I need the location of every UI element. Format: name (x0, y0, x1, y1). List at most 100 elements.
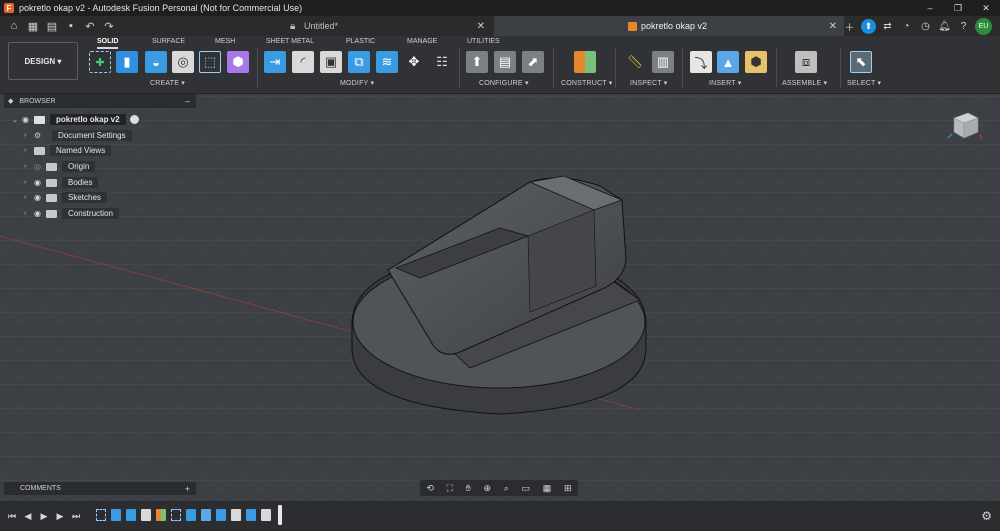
new-tab-icon[interactable]: ＋ (842, 19, 857, 34)
data-panel-icon[interactable]: ◔ (899, 19, 914, 34)
chevron-right-icon[interactable]: › (24, 210, 34, 217)
configure-menu[interactable]: CONFIGURE ▾ (479, 79, 529, 87)
avatar[interactable]: EU (975, 18, 992, 35)
chevron-right-icon[interactable]: › (24, 194, 34, 201)
combine-icon[interactable]: ⧉ (348, 51, 370, 73)
comments-panel[interactable]: COMMENTS + (4, 482, 196, 495)
revolve-icon[interactable]: ◒ (145, 51, 167, 73)
browser-item-origin[interactable]: › ◎ Origin (24, 160, 96, 173)
redo-icon[interactable]: ↷ (101, 18, 117, 34)
browser-item-document-settings[interactable]: › ⚙ Document Settings (24, 129, 132, 142)
close-icon[interactable]: ✕ (829, 21, 837, 32)
change-parameters-icon[interactable]: ☷ (431, 51, 453, 73)
chevron-down-icon[interactable]: ◆ (8, 97, 13, 105)
tab-sheet-metal[interactable]: SHEET METAL (266, 38, 314, 45)
close-window-button[interactable]: ✕ (972, 0, 1000, 16)
collapse-icon[interactable]: – (185, 96, 190, 106)
select-icon[interactable]: ⬉ (850, 51, 872, 73)
gear-icon[interactable]: ⚙ (981, 509, 992, 523)
move-copy-icon[interactable]: ✥ (403, 51, 425, 73)
fillet-icon[interactable]: ◜ (292, 51, 314, 73)
tab-untitled[interactable]: 🔒︎ Untitled* ✕ (146, 16, 492, 36)
eye-icon[interactable]: ◉ (34, 209, 46, 218)
home-icon[interactable]: ⌂ (6, 18, 22, 34)
tab-pokretlo-okap[interactable]: pokretlo okap v2 ✕ (494, 16, 844, 36)
configure-theme-icon[interactable]: ⬈ (522, 51, 544, 73)
chevron-right-icon[interactable]: › (24, 147, 34, 154)
add-comment-icon[interactable]: + (185, 484, 190, 494)
chevron-right-icon[interactable]: › (24, 179, 34, 186)
minimize-button[interactable]: – (916, 0, 944, 16)
timeline-extrude-item[interactable] (216, 509, 226, 521)
create-sketch-icon[interactable]: ✚ (89, 51, 111, 73)
insert-derive-icon[interactable]: ⤵ (690, 51, 712, 73)
timeline-split-item[interactable] (201, 509, 211, 521)
split-body-icon[interactable]: ≋ (376, 51, 398, 73)
look-at-icon[interactable]: ⛶ (447, 483, 453, 494)
fit-icon[interactable]: ⌕ (504, 483, 509, 494)
timeline-sketch-item[interactable] (96, 509, 106, 521)
tab-utilities[interactable]: UTILITIES (467, 38, 500, 45)
notifications-icon[interactable]: 🔔︎ (937, 19, 952, 34)
browser-item-named-views[interactable]: › Named Views (24, 144, 112, 157)
eye-icon[interactable]: ◉ (34, 193, 46, 202)
pattern-icon[interactable]: ⬚ (199, 51, 221, 73)
timeline-combine-item[interactable] (246, 509, 256, 521)
browser-header[interactable]: ◆ BROWSER – (4, 94, 196, 108)
save-icon[interactable]: ▪ (63, 18, 79, 34)
file-menu-icon[interactable]: ▤ (44, 18, 60, 34)
clock-icon[interactable]: ◷ (918, 19, 933, 34)
step-forward-icon[interactable]: ▶ (54, 509, 66, 523)
insert-mesh-icon[interactable]: ⬢ (745, 51, 767, 73)
job-status-icon[interactable]: ⬆ (861, 19, 876, 34)
assemble-menu[interactable]: ASSEMBLE ▾ (782, 79, 827, 87)
timeline-extrude-item[interactable] (186, 509, 196, 521)
timeline-plane-item[interactable] (156, 509, 166, 521)
browser-item-bodies[interactable]: › ◉ Bodies (24, 176, 99, 189)
tab-mesh[interactable]: MESH (215, 38, 235, 45)
eye-hidden-icon[interactable]: ◎ (34, 162, 46, 171)
zoom-icon[interactable]: ⊕ (484, 483, 492, 494)
eye-icon[interactable]: ◉ (34, 178, 46, 187)
construct-menu[interactable]: CONSTRUCT ▾ (561, 79, 612, 87)
browser-item-construction[interactable]: › ◉ Construction (24, 207, 119, 220)
inspect-menu[interactable]: INSPECT ▾ (630, 79, 667, 87)
grid-settings-icon[interactable]: ▦ (543, 483, 552, 494)
close-icon[interactable]: ✕ (477, 21, 485, 32)
offset-plane-icon[interactable] (574, 51, 596, 73)
timeline-extrude-item[interactable] (126, 509, 136, 521)
timeline-extrude-item[interactable] (111, 509, 121, 521)
model-canvas[interactable] (0, 94, 1000, 500)
create-menu[interactable]: CREATE ▾ (150, 79, 185, 87)
hole-icon[interactable]: ◎ (172, 51, 194, 73)
undo-icon[interactable]: ↶ (82, 18, 98, 34)
new-component-icon[interactable]: ⧈ (795, 51, 817, 73)
go-to-start-icon[interactable]: ⏮ (6, 509, 18, 523)
select-menu[interactable]: SELECT ▾ (847, 79, 881, 87)
go-to-end-icon[interactable]: ⏭ (70, 509, 82, 523)
viewports-icon[interactable]: ⊞ (564, 483, 572, 494)
press-pull-icon[interactable]: ⇥ (264, 51, 286, 73)
play-icon[interactable]: ▶ (38, 509, 50, 523)
extrude-icon[interactable]: ▮ (116, 51, 138, 73)
browser-item-sketches[interactable]: › ◉ Sketches (24, 191, 107, 204)
tab-plastic[interactable]: PLASTIC (346, 38, 375, 45)
extensions-icon[interactable]: ⇄ (880, 19, 895, 34)
3d-viewport[interactable] (0, 94, 1000, 500)
timeline-sketch-item[interactable] (171, 509, 181, 521)
chevron-right-icon[interactable]: › (24, 163, 34, 170)
grid-icon[interactable]: ▦ (25, 18, 41, 34)
maximize-button[interactable]: ❐ (944, 0, 972, 16)
tab-solid[interactable]: SOLID (97, 38, 119, 49)
tab-surface[interactable]: SURFACE (152, 38, 185, 45)
chevron-down-icon[interactable]: ⌄ (12, 116, 22, 124)
display-settings-icon[interactable]: ▭ (522, 483, 531, 494)
interference-icon[interactable]: ▥ (652, 51, 674, 73)
configure-rule-icon[interactable]: ▤ (494, 51, 516, 73)
configure-table-icon[interactable]: ⬆ (466, 51, 488, 73)
measure-icon[interactable]: 📏︎ (624, 51, 646, 73)
timeline-fillet-item[interactable] (261, 509, 271, 521)
orbit-icon[interactable]: ⟲ (426, 483, 434, 494)
shell-icon[interactable]: ▣ (320, 51, 342, 73)
step-back-icon[interactable]: ◀ (22, 509, 34, 523)
